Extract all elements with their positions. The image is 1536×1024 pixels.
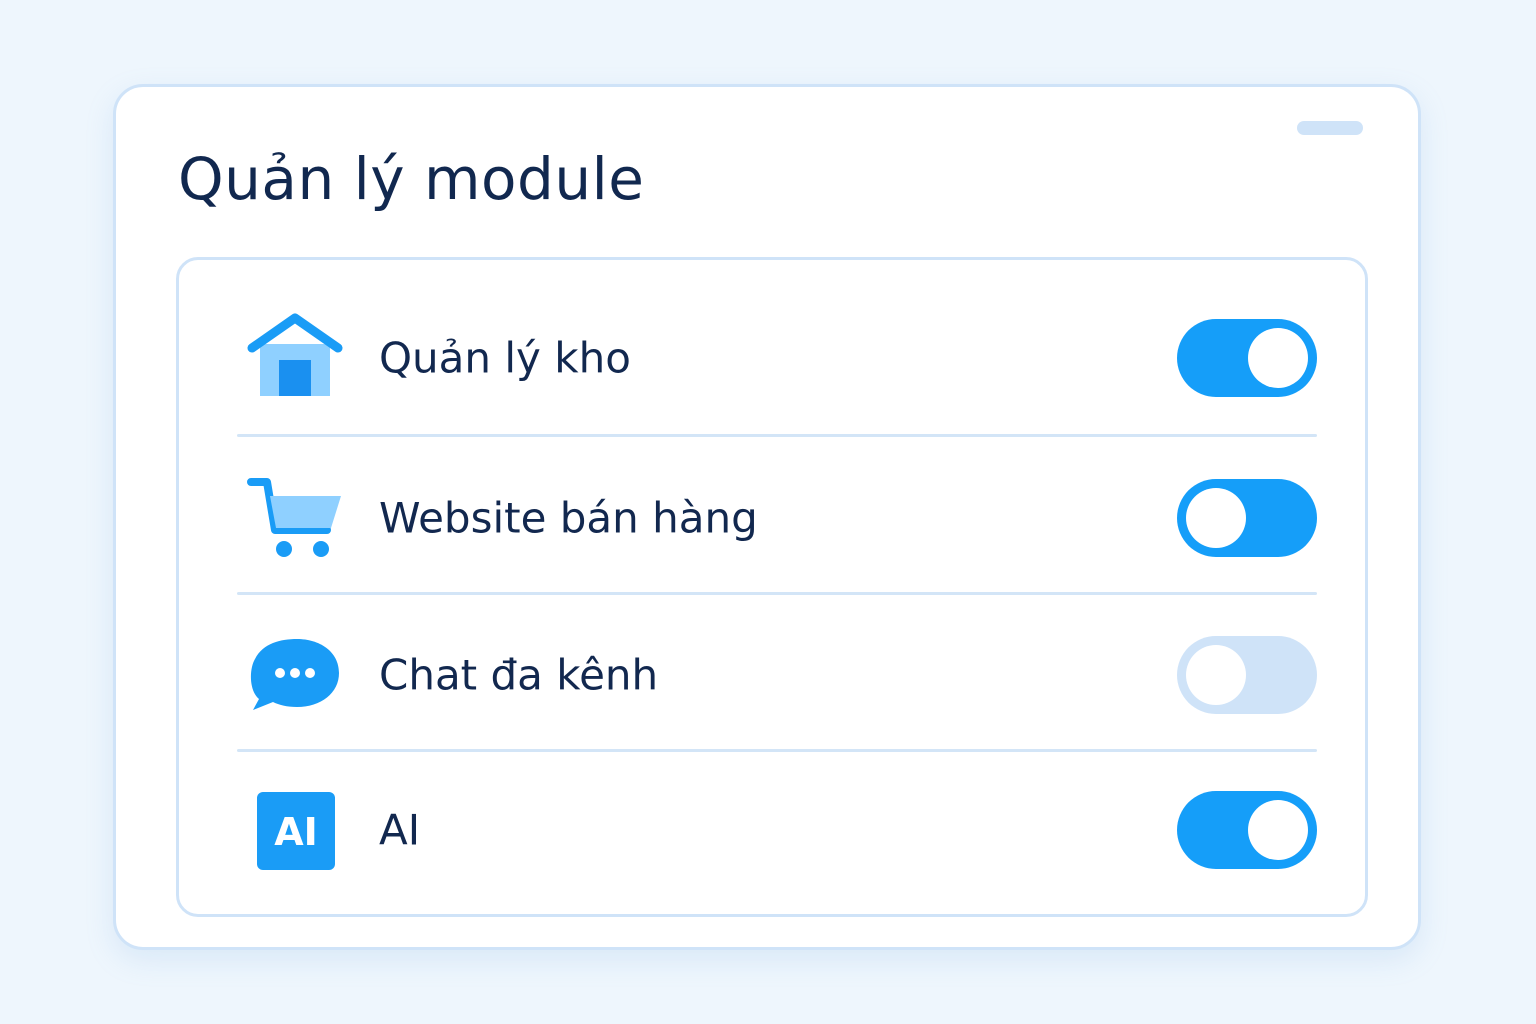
warehouse-icon	[247, 313, 343, 396]
module-label: Website bán hàng	[379, 493, 758, 543]
module-row-website: Website bán hàng	[237, 440, 1317, 596]
module-row-warehouse: Quản lý kho	[237, 280, 1317, 436]
chat-bubble-icon	[250, 639, 339, 710]
ai-icon-text: AI	[274, 810, 318, 854]
module-label: Chat đa kênh	[379, 650, 659, 700]
ai-icon: AI	[257, 792, 335, 870]
module-toggle-chat[interactable]	[1177, 636, 1317, 714]
module-label: AI	[379, 805, 421, 855]
toggle-knob	[1186, 488, 1246, 548]
module-row-chat: Chat đa kênh	[237, 597, 1317, 753]
shopping-cart-icon	[247, 478, 341, 557]
toggle-knob	[1248, 328, 1308, 388]
divider	[237, 592, 1317, 595]
module-label: Quản lý kho	[379, 333, 631, 383]
toggle-knob	[1186, 645, 1246, 705]
page-title: Quản lý module	[178, 145, 645, 213]
window-handle[interactable]	[1297, 121, 1363, 135]
divider	[237, 434, 1317, 437]
toggle-knob	[1248, 800, 1308, 860]
module-toggle-ai[interactable]	[1177, 791, 1317, 869]
module-manager-window: Quản lý module Quản lý kho Website bán h…	[113, 84, 1421, 950]
module-list: Quản lý kho Website bán hàng Chat đa kên…	[176, 257, 1368, 917]
module-toggle-website[interactable]	[1177, 479, 1317, 557]
module-toggle-warehouse[interactable]	[1177, 319, 1317, 397]
module-row-ai: AI AI	[237, 752, 1317, 908]
